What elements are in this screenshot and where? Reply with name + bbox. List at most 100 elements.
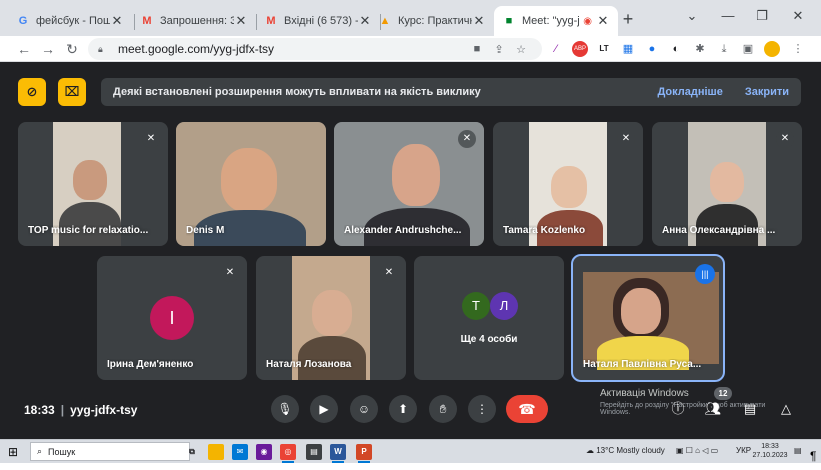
file-explorer-icon[interactable] [208,444,224,460]
notification-icon[interactable]: ▤ [794,446,802,455]
mail-icon[interactable]: ✉ [232,444,248,460]
camera-icon[interactable]: ■ [466,43,488,55]
recording-dot-icon: ◉ [583,15,592,27]
reload-button[interactable]: ↻ [62,39,82,59]
end-call-button[interactable]: ☎ [506,395,548,423]
participant-tile[interactable]: І ✕ Ірина Дем'яненко [97,256,247,380]
taskbar-search-input[interactable]: ⌕ Пошук [30,442,190,461]
restore-button[interactable]: ❐ [752,8,772,24]
new-tab-button[interactable]: + [618,10,638,30]
participant-count-badge: 12 [714,387,732,400]
screen-extension-icon[interactable]: ▦ [620,41,636,57]
windows-start-icon[interactable]: ⊞ [8,445,22,459]
powerpoint-icon[interactable]: P [356,444,372,463]
back-button[interactable]: ← [14,39,34,59]
people-button[interactable]: 👥︎ [704,400,722,418]
others-tile[interactable]: Т Л Ще 4 особи [414,256,564,380]
activities-button[interactable]: △ [777,400,795,418]
tab-inbox[interactable]: M Вхідні (6 573) - п ✕ [256,6,380,36]
present-screen-button[interactable]: ⬆ [389,395,417,423]
mic-off-icon: ✕ [776,130,794,148]
download-icon[interactable]: ⤓ [716,41,732,57]
extension-warning-banner: Деякі встановлені розширення можуть впли… [101,78,801,106]
profile-avatar[interactable] [764,41,780,57]
close-banner-button[interactable]: Закрити [745,86,789,98]
bookmark-star-icon[interactable]: ☆ [510,43,532,56]
camera-button[interactable]: ▶ [310,395,338,423]
meeting-details-button[interactable]: ⓘ [669,400,687,418]
tab-title: Вхідні (6 573) - п [284,15,358,27]
info-icon: ⓘ [671,401,685,416]
pen-extension-icon[interactable]: ⁄ [548,41,564,57]
phone-hangup-icon: ☎ [518,401,536,417]
banner-message: Деякі встановлені розширення можуть впли… [113,86,481,98]
avatar: Л [490,292,518,320]
active-speaker-tile[interactable]: ||| Наталя Павлівна Руса... [571,254,725,382]
participant-tile[interactable]: ✕ TOP music for relaxatio... [18,122,168,246]
chat-button[interactable]: ▤ [741,400,759,418]
tab-facebook-search[interactable]: G фейсбук - Пошук ✕ [8,6,132,36]
vpn-extension-icon[interactable]: ◐ [668,41,684,57]
tab-title: фейсбук - Пошук [36,15,110,27]
close-icon[interactable]: ✕ [596,13,610,29]
side-panel-icon[interactable]: ▣ [740,41,756,57]
avatar: Т [462,292,490,320]
tab-course[interactable]: ▲ Курс: Практичне ✕ [370,6,494,36]
puzzle-extensions-icon[interactable]: ✱ [692,41,708,57]
video-camera-icon: ▶ [319,402,329,416]
close-icon[interactable]: ✕ [472,13,486,29]
extensions-warning-icon[interactable]: ⊘ [18,78,46,106]
weather-widget[interactable]: ☁ 13°C Mostly cloudy [586,446,665,455]
tab-strip: G фейсбук - Пошук ✕ M Запрошення: Зу ✕ M… [0,0,821,36]
meeting-code: yyg-jdfx-tsy [70,403,138,417]
leave-room-icon[interactable]: ⌧ [58,78,86,106]
chat-icon: ▤ [743,401,757,416]
mic-off-icon: ✕ [458,130,476,148]
raise-hand-button[interactable]: ✋︎ [429,395,457,423]
search-icon: ⌕ [37,446,43,456]
minimize-button[interactable]: — [718,8,738,23]
participant-name: Alexander Andrushche... [344,225,462,236]
tab-title: Meet: "yyg-j [522,15,580,27]
address-bar[interactable]: 🔒︎ meet.google.com/yyg-jdfx-tsy ■ ⇪ ☆ [88,38,542,60]
participant-tile[interactable]: Denis M [176,122,326,246]
forward-button[interactable]: → [38,39,58,59]
store-icon[interactable]: ▤ [306,444,322,460]
present-icon: ⬆ [397,402,409,416]
chrome-icon[interactable]: ◎ [280,444,296,463]
menu-kebab-icon[interactable]: ⋮ [790,41,806,57]
participant-tile[interactable]: ✕ Наталя Лозанова [256,256,406,380]
share-icon[interactable]: ⇪ [488,43,510,56]
reactions-button[interactable]: ☺ [350,395,378,423]
learn-more-link[interactable]: Докладніше [657,86,722,98]
more-options-button[interactable]: ⋮ [468,395,496,423]
system-clock[interactable]: 18:33 27.10.2023 [752,442,788,460]
close-icon[interactable]: ✕ [110,13,124,29]
languagetool-extension-icon[interactable]: LT [596,41,612,57]
tab-search-icon[interactable]: ⌄ [682,8,702,24]
word-icon[interactable]: W [330,444,346,463]
blue-dot-extension-icon[interactable]: ● [644,41,660,57]
gmail-icon: M [266,15,276,27]
participant-name: Tamara Kozlenko [503,225,586,236]
participant-name: TOP music for relaxatio... [28,225,149,236]
participant-tile[interactable]: ✕ Анна Олександрівна ... [652,122,802,246]
participant-tile[interactable]: ✕ Alexander Andrushche... [334,122,484,246]
tab-invitation[interactable]: M Запрошення: Зу ✕ [132,6,256,36]
task-view-icon[interactable]: ⧉ [184,444,200,460]
others-count-label: Ще 4 особи [460,334,518,345]
close-window-button[interactable]: ✕ [788,8,808,24]
adblock-extension-icon[interactable]: ABP [572,41,588,57]
media-icon[interactable]: ◉ [256,444,272,460]
participant-video [583,272,719,370]
participant-tile[interactable]: ✕ Tamara Kozlenko [493,122,643,246]
tray-icons[interactable]: ▣ ☐ ⌂ ◁ ▭ [676,446,718,455]
tab-meet[interactable]: ■ Meet: "yyg-j ◉ ✕ [494,6,618,36]
more-vert-icon: ⋮ [476,402,488,416]
language-indicator[interactable]: УКР [736,446,751,455]
close-icon[interactable]: ✕ [234,13,248,29]
lock-icon[interactable]: 🔒︎ [98,44,110,55]
gmail-icon: M [142,15,152,27]
meet-icon: ■ [505,15,513,27]
microphone-button[interactable]: 🎙︎ [271,395,299,423]
